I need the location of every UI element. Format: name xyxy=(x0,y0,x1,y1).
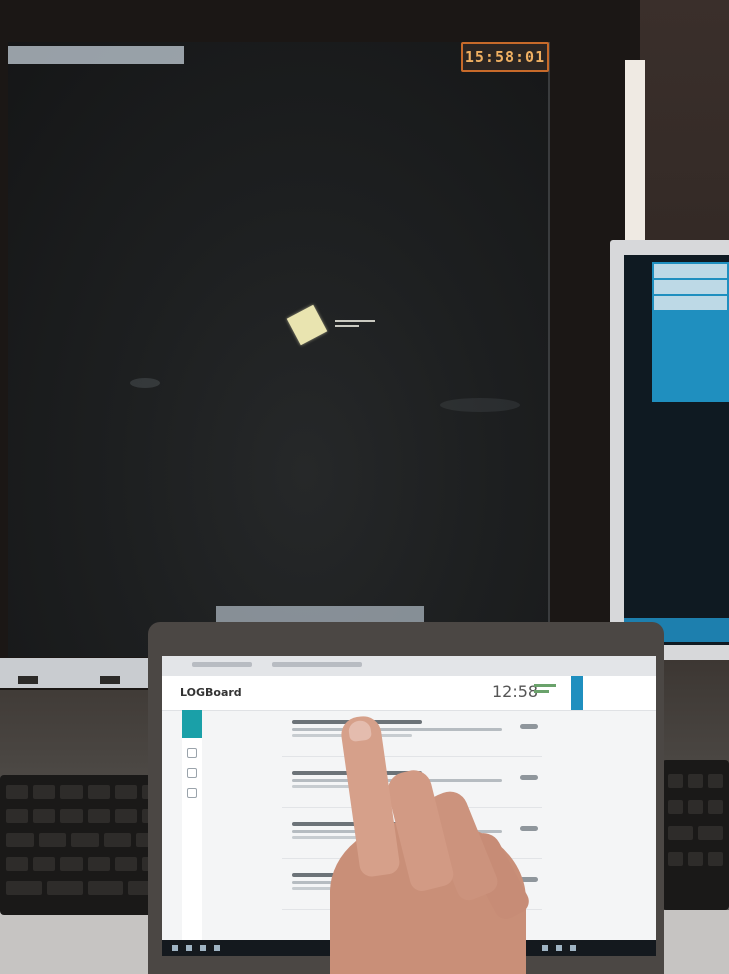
aircraft-label xyxy=(335,320,375,330)
keyboard-right xyxy=(662,760,729,910)
photo-scene: 15:58:01 LOGBoard 12:58 xyxy=(0,0,729,974)
flight-strip[interactable] xyxy=(282,716,542,757)
sidebar-icon[interactable] xyxy=(187,768,197,778)
sidebar-item-active[interactable] xyxy=(182,710,202,738)
strip-toggle[interactable] xyxy=(520,775,538,780)
app-logo: LOGBoard xyxy=(180,686,242,699)
app-header: LOGBoard 12:58 xyxy=(162,676,656,711)
screen-glare xyxy=(130,378,160,388)
radar-screen xyxy=(8,42,550,657)
app-clock: 12:58 xyxy=(492,682,539,701)
right-monitor-panel xyxy=(652,262,729,402)
strip-toggle[interactable] xyxy=(520,724,538,729)
keyboard-left xyxy=(0,775,170,915)
header-accent-chip[interactable] xyxy=(571,676,583,710)
screen-glare xyxy=(440,398,520,412)
strip-toggle[interactable] xyxy=(520,826,538,831)
status-indicator xyxy=(534,684,556,698)
radar-top-toolbar xyxy=(8,46,184,64)
sidebar-icon[interactable] xyxy=(187,788,197,798)
browser-tab-bar xyxy=(162,656,656,677)
sidebar-icon[interactable] xyxy=(187,748,197,758)
radar-clock: 15:58:01 xyxy=(461,42,549,72)
app-sidebar xyxy=(182,710,202,956)
